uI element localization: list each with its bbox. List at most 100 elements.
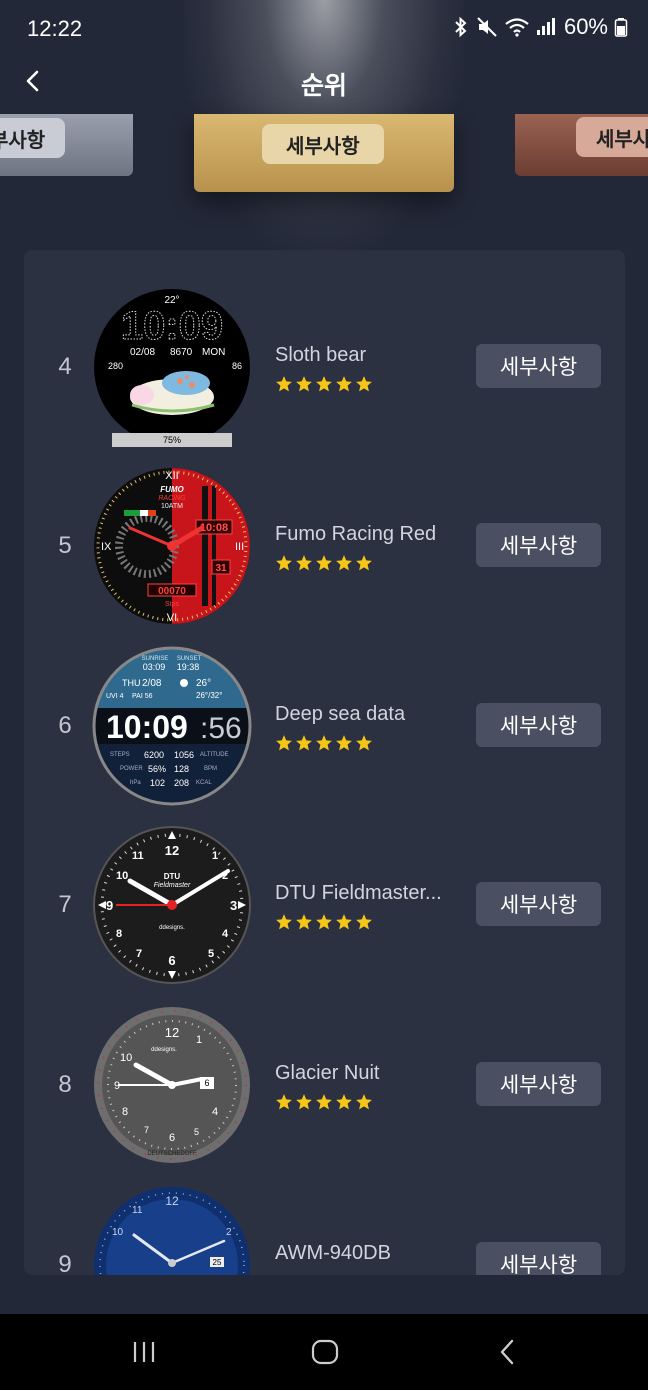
star-icon [316,1094,332,1110]
face-temp: 26° [196,678,211,689]
face-date: 31 [215,563,227,574]
watch-name[interactable]: AWM-940DB [275,1242,391,1265]
face-left-val: 280 [108,361,123,371]
detail-button[interactable]: 세부사항 [476,1242,601,1275]
face-sub: RACING [158,495,186,502]
ranking-row[interactable]: 5 XII IX III VI FUMO RACING 10ATM 10:08 … [24,466,625,626]
detail-button[interactable]: 세부사항 [476,703,601,747]
face-maker: ddesigns. [151,1047,177,1053]
rank-number: 8 [58,1071,72,1098]
ranking-row[interactable]: 9 12 11 10 2 25 AWM-940DB 세부사항 [24,1185,625,1275]
svg-text:11: 11 [132,850,144,862]
status-icons: 60% [452,14,628,40]
star-icon [356,735,372,751]
rank-number: 4 [58,353,72,380]
face-steps: 6200 [144,750,164,760]
face-bottom-text: DEUTSCHEDOFF [147,1151,197,1157]
battery-percent: 60% [563,14,608,39]
watch-face-dtu-fieldmaster[interactable]: 12 1 11 10 2 3 9 8 4 7 5 6 DTU Fieldmast… [92,825,252,985]
rating-stars [275,1093,373,1111]
svg-text:12: 12 [165,843,179,858]
star-icon [276,555,292,571]
face-day: THU [122,678,141,688]
watch-face-glacier-nuit[interactable]: 12 1 10 9 8 7 4 5 6 ddesigns. 6 DEUTSCHE… [92,1005,252,1165]
face-bpm: 128 [174,764,189,774]
back-icon [500,1339,514,1365]
face-date: 02/08 [130,347,155,358]
star-icon [316,555,332,571]
face-day: MON [202,347,225,358]
nav-home-button[interactable] [310,1338,340,1371]
ranking-row[interactable]: 6 SUNRISE SUNSET 03:09 19:38 THU 2/08 26… [24,646,625,806]
podium-center-detail-button[interactable]: 세부사항 [262,124,384,164]
wifi-icon [505,18,529,37]
detail-button[interactable]: 세부사항 [476,1062,601,1106]
watch-face-awm-940db[interactable]: 12 11 10 2 25 [92,1185,252,1275]
face-date: 2/08 [142,678,162,689]
ranking-row[interactable]: 7 12 1 11 10 2 3 9 8 4 7 5 6 DTU Fieldma… [24,825,625,985]
watch-name[interactable]: Fumo Racing Red [275,523,436,546]
star-icon [316,914,332,930]
face-kcal-label: KCAL [196,780,212,786]
star-icon [276,376,292,392]
mute-icon [477,17,497,37]
face-kcal: 208 [174,778,189,788]
star-icon [356,914,372,930]
podium-left-detail-button[interactable]: 부사항 [0,118,66,158]
face-power: 56% [148,764,166,774]
nav-recents-button[interactable] [130,1338,158,1371]
face-time: 10:09 [121,304,223,348]
detail-button[interactable]: 세부사항 [476,882,601,926]
svg-text:4: 4 [212,1106,218,1118]
star-icon [296,1094,312,1110]
face-numeral-bottom: VI [167,612,177,624]
svg-text:7: 7 [144,1125,149,1135]
watch-face-fumo-racing-red[interactable]: XII IX III VI FUMO RACING 10ATM 10:08 31… [92,466,252,626]
detail-button[interactable]: 세부사항 [476,344,601,388]
ranking-row[interactable]: 4 22° 10:09 02/08 8670 MON 280 86 75% Sl… [24,287,625,447]
detail-button[interactable]: 세부사항 [476,523,601,567]
svg-text:6: 6 [168,953,175,968]
face-sunset: 19:38 [177,662,200,672]
face-unit: Stps [165,601,180,608]
svg-text:11: 11 [132,1205,143,1216]
watch-name[interactable]: Sloth bear [275,344,366,367]
watch-name[interactable]: Deep sea data [275,703,405,726]
svg-text:6: 6 [169,1132,175,1144]
face-atm: 10ATM [161,503,183,510]
face-bpm-label: BPM [204,766,217,772]
star-icon [336,914,352,930]
watch-face-deep-sea-data[interactable]: SUNRISE SUNSET 03:09 19:38 THU 2/08 26° … [92,646,252,806]
face-power-label: POWER [120,766,143,772]
face-counter: 00070 [158,586,186,597]
watch-name[interactable]: Glacier Nuit [275,1062,379,1085]
ranking-row[interactable]: 8 12 1 10 9 8 7 4 5 6 ddesigns. 6 DEUTSC… [24,1005,625,1165]
page-title: 순위 [300,72,347,100]
face-numeral-right: III [235,541,244,553]
podium-bronze: 세부사 [515,114,648,176]
home-icon [311,1339,339,1365]
svg-text:4: 4 [222,928,229,940]
rating-stars [275,554,373,572]
podium-right-detail-button[interactable]: 세부사 [576,117,648,157]
face-maker: ddesigns. [159,925,185,931]
svg-text:1: 1 [212,850,218,862]
face-hpa-label: hPa [130,780,141,786]
svg-text:12: 12 [165,1194,179,1208]
svg-text:8: 8 [122,1106,128,1118]
star-icon [336,735,352,751]
app-bar: 순위 [0,58,648,104]
star-icon [296,555,312,571]
star-icon [296,376,312,392]
rating-stars [275,913,373,931]
recents-icon [133,1342,155,1362]
ranking-list[interactable]: 4 22° 10:09 02/08 8670 MON 280 86 75% Sl… [24,250,625,1275]
face-steps: 8670 [170,347,193,358]
star-icon [316,735,332,751]
nav-back-button[interactable] [496,1338,520,1371]
rating-stars [275,734,373,752]
svg-text:10: 10 [112,1227,124,1238]
watch-name[interactable]: DTU Fieldmaster... [275,882,442,905]
watch-face-sloth-bear[interactable]: 22° 10:09 02/08 8670 MON 280 86 75% [92,287,252,447]
svg-text:10: 10 [116,870,128,882]
